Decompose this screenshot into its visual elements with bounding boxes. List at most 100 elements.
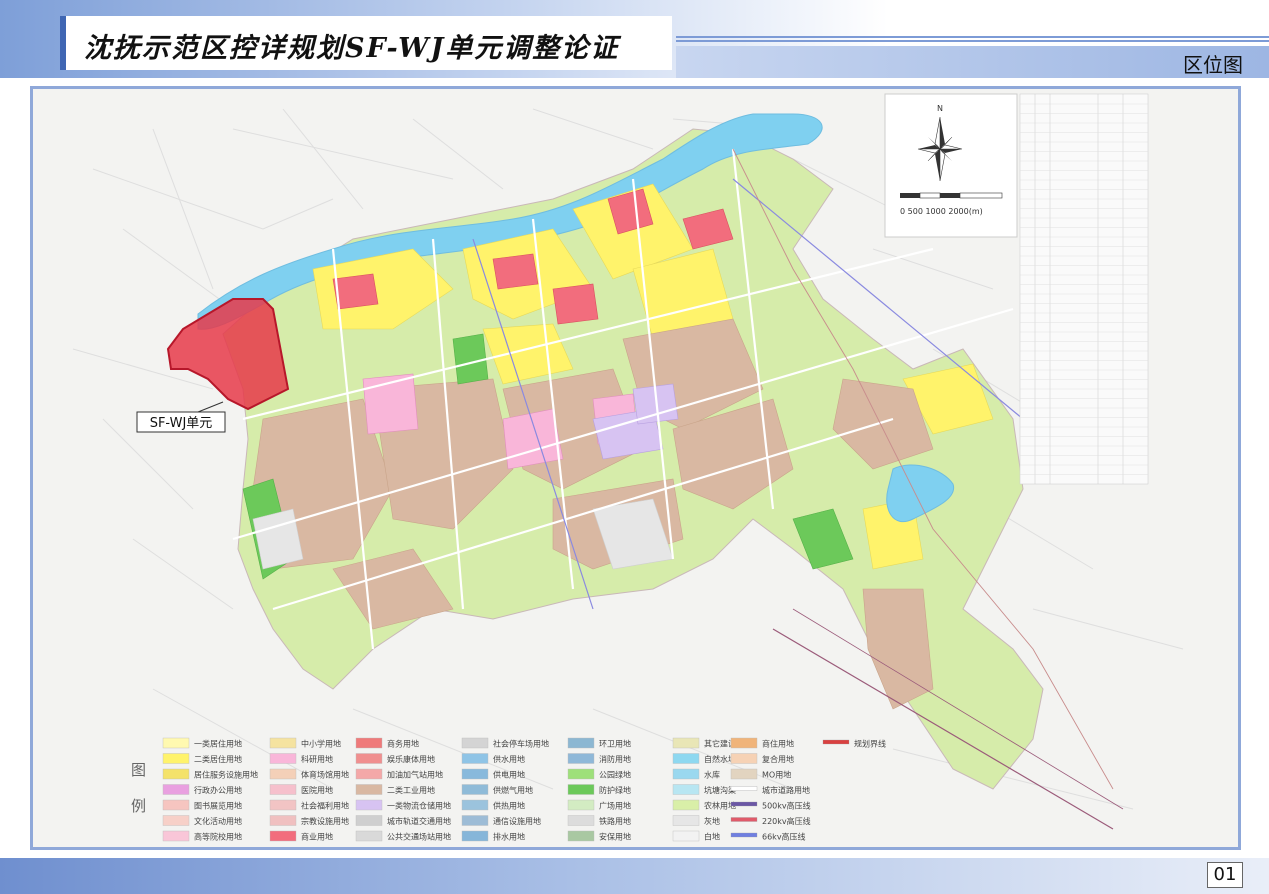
legend-swatch [162,815,190,826]
legend-swatch [730,801,758,807]
legend-swatch [269,753,297,764]
legend-label: MO用地 [762,770,791,780]
legend-label: 白地 [704,832,720,842]
legend-swatch [672,815,700,826]
legend-label: 供电用地 [493,770,525,780]
legend-label: 220kv高压线 [762,816,811,826]
legend-label: 二类工业用地 [387,785,435,795]
legend-swatch [355,784,383,795]
legend-label: 500kv高压线 [762,801,811,811]
legend-label: 娱乐康体用地 [387,754,435,764]
legend-label: 科研用地 [301,754,333,764]
legend-swatch [672,784,700,795]
legend-label: 社会福利用地 [301,801,349,811]
legend-label: 公园绿地 [599,770,631,780]
legend-swatch [730,786,758,791]
legend-swatch [269,815,297,826]
legend-title-1: 图 [131,761,146,779]
legend-swatch [567,737,595,749]
legend-label: 一类居住用地 [194,739,242,749]
legend-swatch [567,799,595,811]
legend-swatch [730,753,758,764]
legend-swatch [567,784,595,795]
legend-swatch [730,768,758,780]
legend-swatch [672,753,700,764]
legend-swatch [355,799,383,811]
legend-swatch [461,799,489,811]
legend-label: 商业用地 [301,832,333,842]
legend-swatch [730,737,758,749]
legend-swatch [822,739,850,745]
legend-label: 中小学用地 [301,739,341,749]
legend-swatch [269,830,297,842]
legend-label: 居住服务设施用地 [194,770,258,780]
legend-swatch [567,830,595,842]
footer-band [0,858,1269,894]
legend-swatch [355,753,383,764]
legend-swatch [672,799,700,811]
legend-label: 医院用地 [301,785,333,795]
legend-label: 安保用地 [599,832,631,842]
legend-label: 排水用地 [493,832,525,842]
legend-swatch [162,830,190,842]
legend-swatch [162,768,190,780]
legend-label: 灰地 [704,816,720,826]
page-number: 01 [1207,862,1243,888]
legend-swatch [355,737,383,749]
legend-label: 水库 [704,770,720,780]
legend-label: 商住用地 [762,739,794,749]
legend-label: 通信设施用地 [493,816,541,826]
legend-label: 体育场馆用地 [301,770,349,780]
scale-bar [900,192,1003,199]
legend-swatch [162,753,190,764]
legend-label: 供热用地 [493,801,525,811]
legend-swatch [567,815,595,826]
legend-label: 图书展览用地 [194,801,242,811]
legend-label: 宗教设施用地 [301,816,349,826]
legend-swatch [461,737,489,749]
legend-swatch [461,768,489,780]
legend-swatch [672,830,700,842]
land-use-table [1019,93,1149,485]
legend-label: 消防用地 [599,754,631,764]
legend-label: 防护绿地 [599,785,631,795]
page-title: 沈抚示范区控详规划SF-WJ单元调整论证 [84,33,620,64]
legend-swatch [672,768,700,780]
legend-label: 文化活动用地 [194,816,242,826]
scale-label: 0 500 1000 2000(m) [900,207,983,216]
title-box: 沈抚示范区控详规划SF-WJ单元调整论证 [60,16,672,70]
legend-swatch [355,830,383,842]
legend-swatch [672,737,700,749]
legend-label: 公共交通场站用地 [387,832,451,842]
north-label: N [937,104,943,113]
legend-label: 复合用地 [762,754,794,764]
legend-swatch [355,815,383,826]
legend-label: 社会停车场用地 [493,739,549,749]
legend-swatch [567,753,595,764]
legend-swatch [461,784,489,795]
legend-swatch [461,753,489,764]
legend-label: 城市轨道交通用地 [387,816,451,826]
legend-swatch [355,768,383,780]
legend-swatch [162,784,190,795]
legend-label: 规划界线 [854,739,886,749]
legend-label: 高等院校用地 [194,832,242,842]
legend-swatch [730,817,758,822]
legend-label: 66kv高压线 [762,832,806,842]
legend-label: 加油加气站用地 [387,770,443,780]
legend-swatch [269,799,297,811]
legend-swatch [269,768,297,780]
unit-label: SF-WJ单元 [150,416,213,431]
legend-swatch [162,799,190,811]
land-use-map: SF-WJ单元 N 0 500 1000 2000(m) 图 例 一类居住用地二… [33,89,1238,847]
legend-swatch [730,832,758,838]
section-label: 区位图 [1183,53,1243,77]
header-right-band [676,46,1269,78]
legend-title-2: 例 [131,797,146,815]
map-frame: SF-WJ单元 N 0 500 1000 2000(m) 图 例 一类居住用地 … [30,86,1241,850]
legend-swatch [269,737,297,749]
legend-label: 二类居住用地 [194,754,242,764]
legend-label: 环卫用地 [599,739,631,749]
legend-label: 城市道路用地 [762,785,810,795]
legend-swatch [461,830,489,842]
